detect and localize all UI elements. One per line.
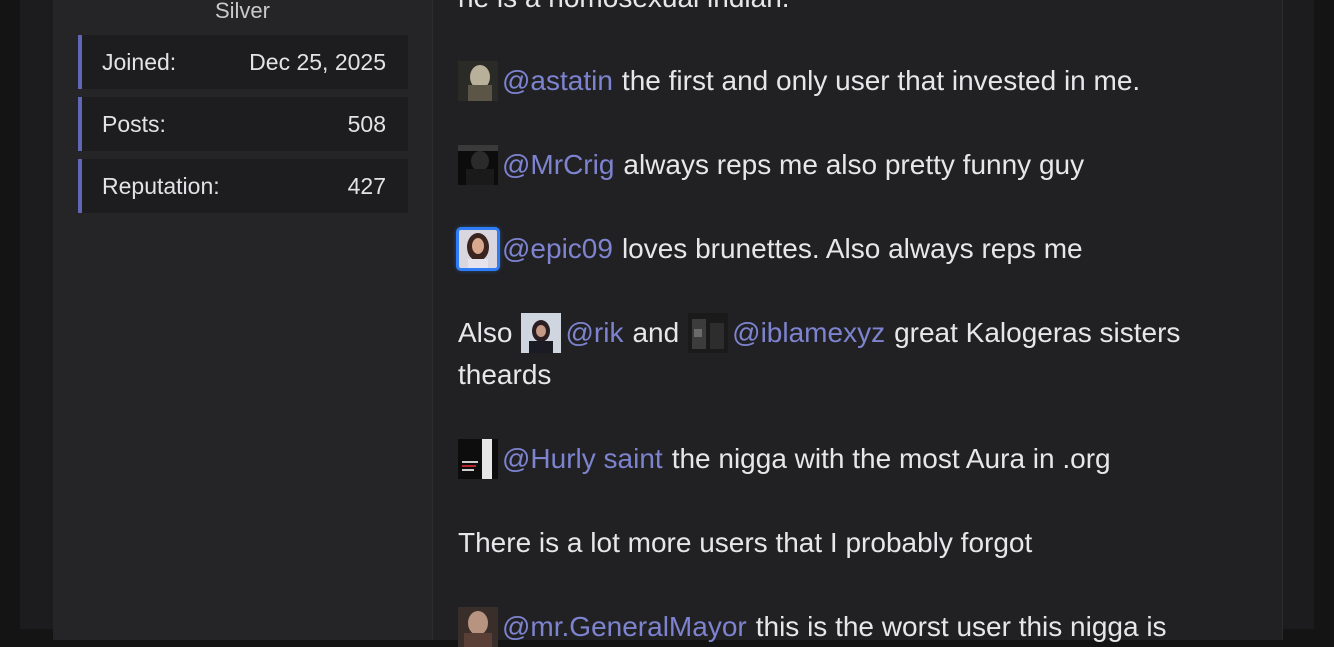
stat-value: Dec 25, 2025 (249, 48, 386, 75)
stat-posts: Posts: 508 (78, 97, 408, 151)
avatar-iblamexyz[interactable] (688, 313, 729, 353)
stat-joined: Joined: Dec 25, 2025 (78, 35, 408, 89)
stat-label: Joined: (102, 48, 177, 75)
mention-line-epic09: @epic09 loves brunettes. Also always rep… (456, 227, 1083, 271)
mention-link[interactable]: @rik (565, 313, 623, 353)
user-rank: Silver (214, 0, 270, 23)
avatar-rik[interactable] (521, 313, 562, 353)
mention-link[interactable]: @mr.GeneralMayor (502, 607, 747, 647)
mention-link[interactable]: @Hurly saint (502, 439, 663, 479)
avatar-hurly-saint[interactable] (458, 439, 498, 479)
stat-value: 427 (347, 172, 386, 199)
mention-line-mrgeneralmayor: @mr.GeneralMayor this is the worst user … (458, 607, 1167, 647)
stat-label: Reputation: (102, 172, 220, 199)
stat-value: 508 (347, 110, 386, 137)
mention-line-astatin: @astatin the first and only user that in… (458, 61, 1140, 101)
avatar-epic09[interactable] (456, 227, 500, 271)
post-text-line: he is a homosexual indian. (458, 0, 790, 18)
stat-reputation: Reputation: 427 (78, 159, 408, 213)
mention-line-mrcrig: @MrCrig always reps me also pretty funny… (458, 145, 1084, 185)
mention-line-rik-iblamexyz: Also @rik and @iblamexyz great Kalogeras… (458, 313, 1180, 353)
avatar-mrgeneralmayor[interactable] (458, 607, 498, 647)
post-text-line: There is a lot more users that I probabl… (458, 527, 1033, 558)
mention-link[interactable]: @astatin (502, 61, 613, 101)
mention-link[interactable]: @iblamexyz (732, 313, 885, 353)
mention-link[interactable]: @MrCrig (502, 145, 614, 185)
user-sidebar (53, 0, 433, 640)
avatar-mrcrig[interactable] (458, 145, 498, 185)
mention-line-hurly: @Hurly saint the nigga with the most Aur… (458, 439, 1111, 479)
post-text-line: theards (458, 359, 552, 390)
avatar-astatin[interactable] (458, 61, 498, 101)
mention-link[interactable]: @epic09 (502, 229, 613, 269)
stat-label: Posts: (102, 110, 166, 137)
